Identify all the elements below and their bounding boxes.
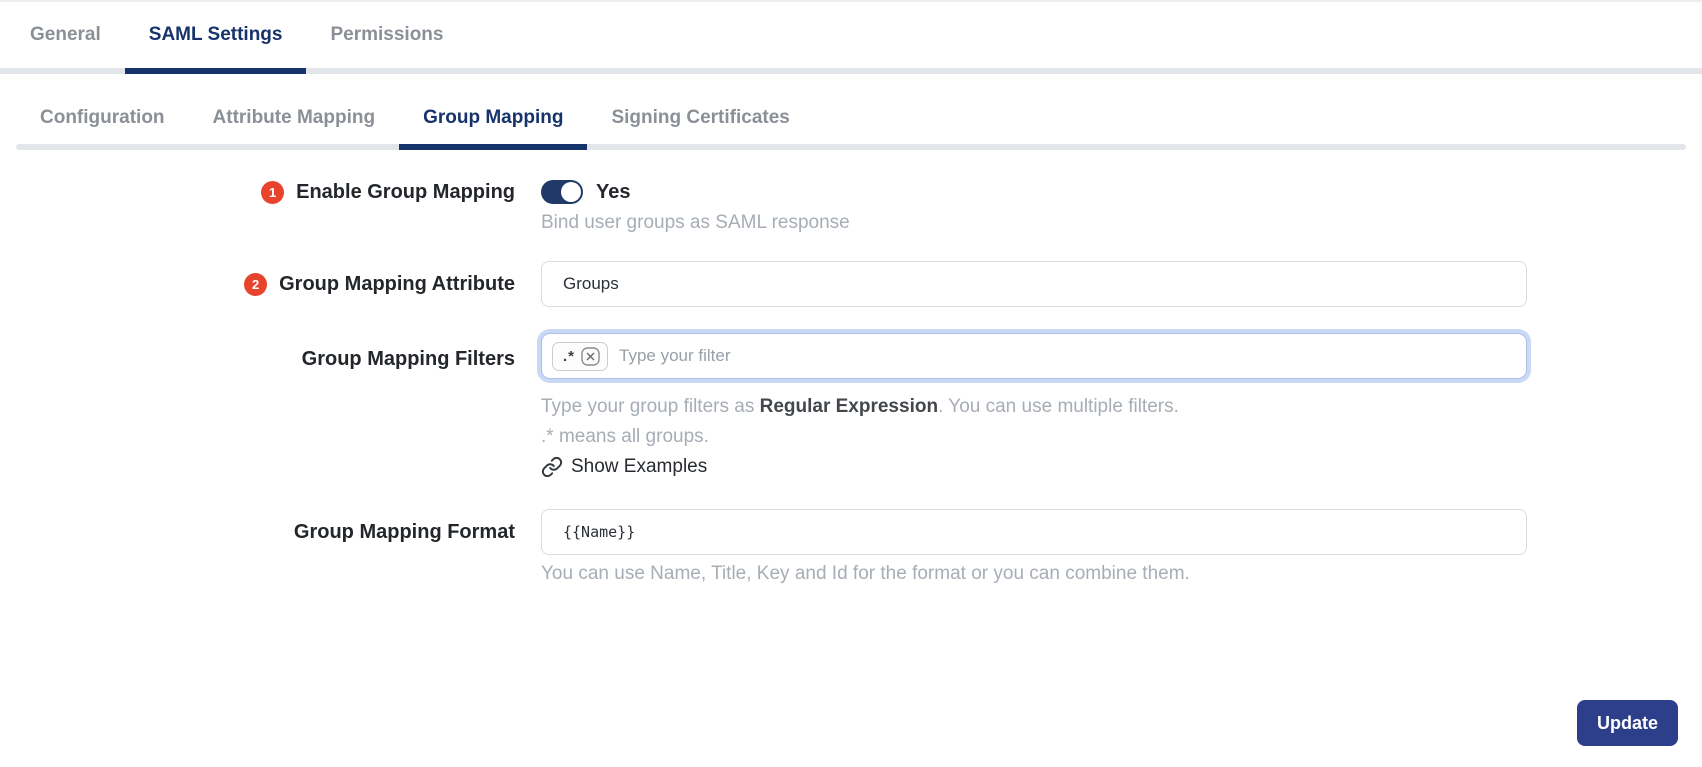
link-icon <box>541 456 563 478</box>
group-mapping-format-label: Group Mapping Format <box>293 520 515 543</box>
toggle-state-label: Yes <box>596 180 631 203</box>
filters-helper-prefix: Type your group filters as <box>541 396 760 417</box>
filter-chip: .* <box>552 341 609 371</box>
enable-group-mapping-helper: Bind user groups as SAML response <box>541 212 850 233</box>
subtab-signing-certificates-label: Signing Certificates <box>611 107 790 128</box>
subtab-configuration[interactable]: Configuration <box>16 92 189 144</box>
filter-chip-value: .* <box>563 347 576 365</box>
tab-general[interactable]: General <box>6 2 125 68</box>
sub-tabs-divider <box>16 144 1686 150</box>
filters-helper-strong: Regular Expression <box>759 396 939 417</box>
tab-saml-settings-label: SAML Settings <box>148 24 283 45</box>
tab-general-label: General <box>30 24 101 45</box>
row-group-mapping-format: Group Mapping Format You can use Name, T… <box>0 509 1702 585</box>
group-mapping-attribute-label: Group Mapping Attribute <box>279 272 515 295</box>
main-tabbar: General SAML Settings Permissions <box>0 0 1702 74</box>
subtab-attribute-mapping-label: Attribute Mapping <box>212 107 376 128</box>
filters-helper-line2: .* means all groups. <box>541 426 709 447</box>
step-badge-1: 1 <box>261 180 285 204</box>
subtab-group-mapping-label: Group Mapping <box>423 107 564 128</box>
form-footer: Update <box>0 700 1702 746</box>
filters-helper-suffix: . You can use multiple filters. <box>938 396 1179 417</box>
update-button[interactable]: Update <box>1577 700 1678 746</box>
toggle-knob <box>561 182 581 202</box>
filters-helper-line1: Type your group filters as Regular Expre… <box>541 392 1527 422</box>
chip-remove-icon[interactable] <box>581 346 600 366</box>
tab-permissions[interactable]: Permissions <box>306 2 467 68</box>
tab-permissions-label: Permissions <box>330 24 444 45</box>
show-examples-label: Show Examples <box>571 456 708 477</box>
tab-saml-settings[interactable]: SAML Settings <box>124 2 307 74</box>
row-group-mapping-attribute: 2 Group Mapping Attribute <box>0 261 1702 307</box>
show-examples-link[interactable]: Show Examples <box>541 452 1527 482</box>
subtab-attribute-mapping[interactable]: Attribute Mapping <box>189 92 400 144</box>
enable-group-mapping-toggle[interactable] <box>541 180 583 204</box>
group-mapping-filters-input[interactable] <box>619 334 1516 378</box>
row-group-mapping-filters: Group Mapping Filters .* Type your group… <box>0 333 1702 482</box>
group-mapping-format-input[interactable] <box>541 509 1527 555</box>
subtab-group-mapping[interactable]: Group Mapping <box>399 92 588 150</box>
row-enable-group-mapping: 1 Enable Group Mapping Yes Bind user gro… <box>0 178 1702 234</box>
group-mapping-filters-field[interactable]: .* <box>541 333 1527 379</box>
enable-group-mapping-label: Enable Group Mapping <box>296 180 515 203</box>
subtab-signing-certificates[interactable]: Signing Certificates <box>587 92 813 144</box>
sub-tabbar: Configuration Attribute Mapping Group Ma… <box>0 92 1702 150</box>
group-mapping-filters-label: Group Mapping Filters <box>301 347 515 370</box>
group-mapping-format-helper: You can use Name, Title, Key and Id for … <box>541 563 1190 584</box>
group-mapping-form: 1 Enable Group Mapping Yes Bind user gro… <box>0 178 1702 585</box>
subtab-configuration-label: Configuration <box>40 107 165 128</box>
group-mapping-attribute-input[interactable] <box>541 261 1527 307</box>
step-badge-2: 2 <box>244 272 268 296</box>
